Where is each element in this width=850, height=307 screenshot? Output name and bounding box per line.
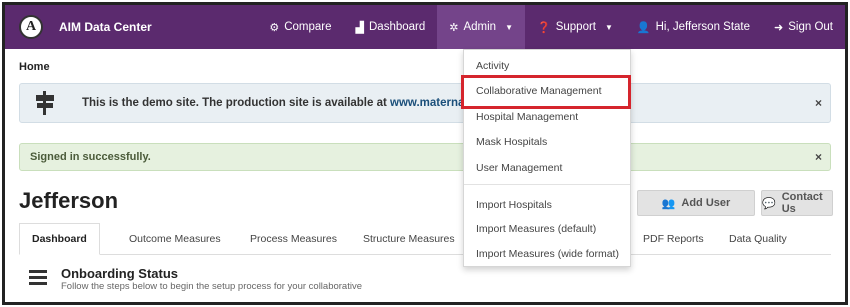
nav-user[interactable]: 👤 Hi, Jefferson State (625, 5, 762, 49)
top-navbar: A AIM Data Center ⚙ Compare ▟ Dashboard … (5, 5, 845, 49)
nav-compare-label: Compare (284, 21, 332, 33)
menu-item-import-measures-wide[interactable]: Import Measures (wide format) (476, 248, 619, 260)
close-icon[interactable]: × (815, 150, 822, 164)
nav-dashboard-label: Dashboard (369, 21, 426, 33)
screenshot-frame: A AIM Data Center ⚙ Compare ▟ Dashboard … (2, 2, 848, 305)
nav-signout-label: Sign Out (788, 21, 833, 33)
nav-support[interactable]: ❓ Support ▼ (525, 5, 625, 49)
add-user-icon: 👥 (661, 197, 676, 210)
question-circle-icon: ❓ (537, 21, 551, 34)
user-icon: 👤 (636, 21, 651, 34)
menu-item-mask-hospitals[interactable]: Mask Hospitals (476, 136, 547, 148)
nav-dashboard[interactable]: ▟ Dashboard (344, 5, 438, 49)
onboarding-subtitle: Follow the steps below to begin the setu… (61, 281, 362, 292)
tab-structure-measures[interactable]: Structure Measures (363, 223, 455, 255)
compare-icon: ⚙ (269, 21, 280, 34)
brand[interactable]: A AIM Data Center (19, 15, 152, 39)
menu-item-activity[interactable]: Activity (476, 60, 509, 72)
menu-divider (464, 184, 630, 185)
list-icon (29, 270, 47, 286)
nav-admin[interactable]: ✲ Admin ▼ (437, 5, 526, 49)
tab-outcome-measures[interactable]: Outcome Measures (129, 223, 221, 255)
demo-site-alert: This is the demo site. The production si… (19, 83, 831, 123)
menu-item-user-management[interactable]: User Management (476, 162, 562, 174)
demo-site-text: This is the demo site. The production si… (82, 97, 391, 109)
nav-user-label: Hi, Jefferson State (655, 21, 751, 33)
tab-data-quality[interactable]: Data Quality (729, 223, 787, 255)
nav-admin-label: Admin (463, 21, 497, 33)
nav-items: ⚙ Compare ▟ Dashboard ✲ Admin ▼ ❓ Suppor… (257, 5, 845, 49)
brand-name: AIM Data Center (59, 20, 152, 34)
tab-bar: Dashboard Outcome Measures Process Measu… (19, 223, 831, 255)
area-chart-icon: ▟ (355, 21, 364, 34)
close-icon[interactable]: × (815, 96, 822, 110)
caret-down-icon: ▼ (505, 22, 514, 32)
demo-site-message: This is the demo site. The production si… (82, 97, 464, 109)
tab-dashboard[interactable]: Dashboard (19, 223, 100, 255)
caret-down-icon: ▼ (605, 22, 613, 32)
aim-logo-icon: A (19, 15, 43, 39)
tab-process-measures[interactable]: Process Measures (250, 223, 337, 255)
tab-pdf-reports[interactable]: PDF Reports (643, 223, 704, 255)
signed-in-message: Signed in successfully. (30, 151, 151, 163)
breadcrumb[interactable]: Home (19, 61, 50, 73)
menu-item-import-hospitals[interactable]: Import Hospitals (476, 199, 552, 211)
sign-out-icon: ➜ (774, 21, 784, 34)
menu-item-hospital-management[interactable]: Hospital Management (476, 111, 578, 123)
add-user-button[interactable]: 👥 Add User (637, 190, 755, 216)
contact-us-button[interactable]: 💬 Contact Us (761, 190, 833, 216)
comment-icon: 💬 (762, 197, 776, 210)
production-site-link[interactable]: www.materna (390, 97, 464, 109)
signed-in-alert: Signed in successfully. × (19, 143, 831, 171)
page-title: Jefferson (19, 188, 119, 213)
onboarding-title: Onboarding Status (61, 266, 178, 281)
menu-item-import-measures-default[interactable]: Import Measures (default) (476, 223, 596, 235)
signpost-icon (34, 91, 56, 115)
gears-icon: ✲ (449, 21, 459, 34)
contact-us-label: Contact Us (781, 191, 823, 215)
highlight-annotation (461, 75, 631, 109)
nav-compare[interactable]: ⚙ Compare (257, 5, 343, 49)
nav-signout[interactable]: ➜ Sign Out (762, 5, 845, 49)
add-user-label: Add User (681, 197, 731, 209)
nav-support-label: Support (555, 21, 596, 33)
